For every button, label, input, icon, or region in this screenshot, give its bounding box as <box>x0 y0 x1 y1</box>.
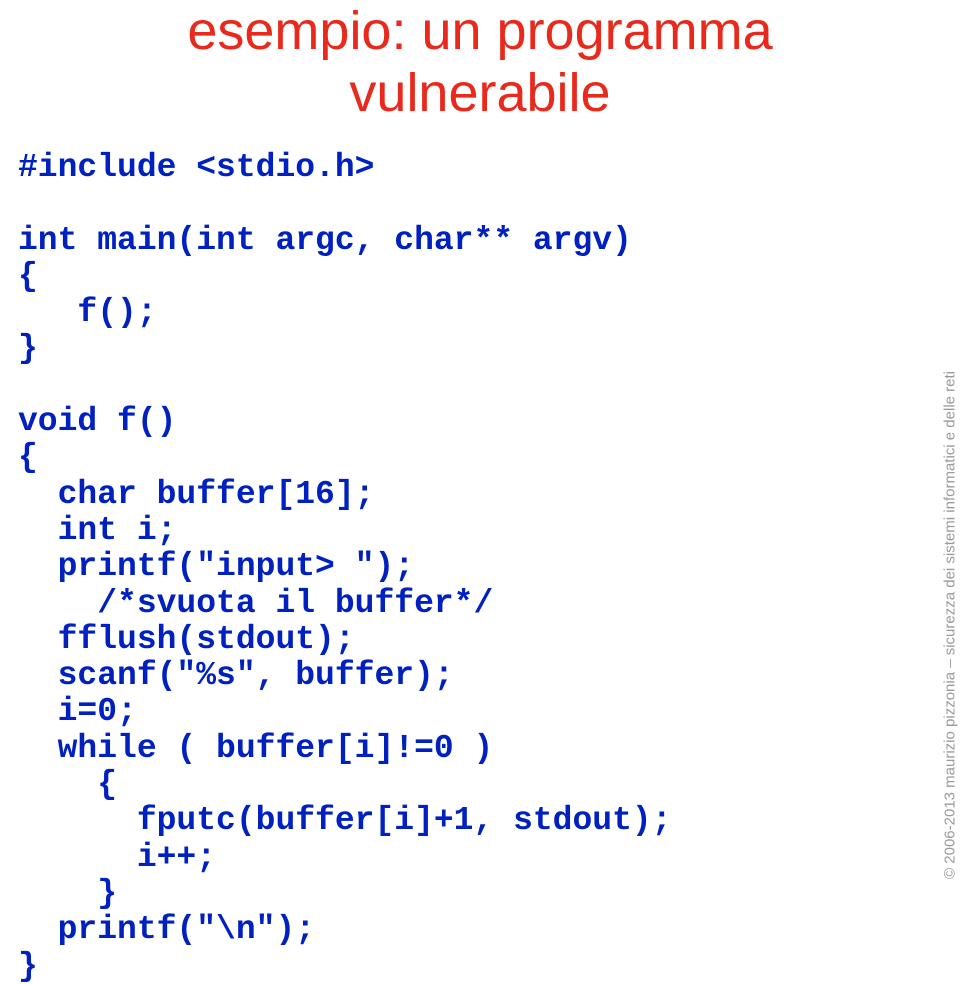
footer-copyright: © 2006-2013 maurizio pizzonia – sicurezz… <box>942 371 959 879</box>
code-line: } <box>18 875 117 912</box>
code-line: printf("input> "); <box>18 548 414 585</box>
slide: esempio: un programma vulnerabile #inclu… <box>0 0 960 741</box>
code-line: { <box>18 258 38 295</box>
code-line: i++; <box>18 839 216 876</box>
slide-title: esempio: un programma vulnerabile <box>0 0 960 124</box>
code-line: void f() <box>18 403 176 440</box>
code-line: int i; <box>18 512 176 549</box>
code-line: /*svuota il buffer*/ <box>18 585 493 622</box>
code-block: #include <stdio.h> int main(int argc, ch… <box>18 150 672 985</box>
code-line: { <box>18 766 117 803</box>
code-line: while ( buffer[i]!=0 ) <box>18 730 493 767</box>
code-line: i=0; <box>18 693 137 730</box>
code-line: fputc(buffer[i]+1, stdout); <box>18 802 672 839</box>
code-line: char buffer[16]; <box>18 476 374 513</box>
code-line: { <box>18 439 38 476</box>
code-line: printf("\n"); <box>18 911 315 948</box>
code-line: } <box>18 330 38 367</box>
code-line: scanf("%s", buffer); <box>18 657 454 694</box>
code-line: f(); <box>18 294 157 331</box>
code-line: #include <stdio.h> <box>18 149 374 186</box>
code-line: fflush(stdout); <box>18 621 355 658</box>
code-line: } <box>18 948 38 985</box>
code-line: int main(int argc, char** argv) <box>18 222 632 259</box>
title-line-1: esempio: un programma <box>187 1 772 61</box>
title-line-2: vulnerabile <box>349 63 610 123</box>
